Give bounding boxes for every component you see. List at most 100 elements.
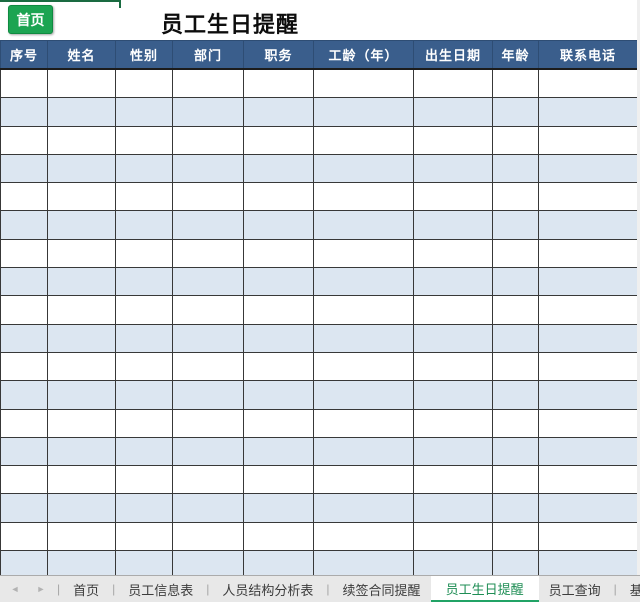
table-cell[interactable] [172,408,244,438]
table-cell[interactable] [243,465,314,495]
table-cell[interactable] [0,267,48,297]
table-cell[interactable] [115,238,173,269]
table-cell[interactable] [492,436,539,467]
table-cell[interactable] [538,68,637,99]
table-cell[interactable] [413,238,493,269]
table-cell[interactable] [0,351,48,382]
table-cell[interactable] [243,295,314,325]
table-cell[interactable] [115,436,173,467]
table-cell[interactable] [115,97,173,127]
table-cell[interactable] [313,153,414,184]
table-cell[interactable] [47,68,116,99]
table-cell[interactable] [115,68,173,99]
table-cell[interactable] [313,125,414,155]
table-cell[interactable] [172,436,244,467]
table-cell[interactable] [115,521,173,552]
table-cell[interactable] [538,436,637,467]
table-cell[interactable] [538,380,637,410]
table-cell[interactable] [313,380,414,410]
table-cell[interactable] [172,550,244,575]
table-cell[interactable] [243,182,314,212]
table-cell[interactable] [492,380,539,410]
table-cell[interactable] [172,465,244,495]
table-cell[interactable] [115,210,173,240]
table-cell[interactable] [413,521,493,552]
table-cell[interactable] [538,125,637,155]
table-cell[interactable] [172,97,244,127]
table-cell[interactable] [492,182,539,212]
table-cell[interactable] [47,550,116,575]
table-cell[interactable] [47,351,116,382]
table-cell[interactable] [172,125,244,155]
table-cell[interactable] [172,351,244,382]
table-cell[interactable] [538,550,637,575]
table-cell[interactable] [0,97,48,127]
table-cell[interactable] [243,97,314,127]
table-cell[interactable] [313,550,414,575]
table-cell[interactable] [492,238,539,269]
table-cell[interactable] [47,267,116,297]
table-cell[interactable] [313,465,414,495]
table-cell[interactable] [413,351,493,382]
table-cell[interactable] [115,295,173,325]
table-cell[interactable] [172,210,244,240]
table-cell[interactable] [492,267,539,297]
table-cell[interactable] [538,521,637,552]
table-cell[interactable] [313,436,414,467]
table-cell[interactable] [313,97,414,127]
table-cell[interactable] [115,351,173,382]
table-cell[interactable] [243,521,314,552]
sheet-tab-truncated[interactable]: 基 [620,576,640,602]
table-cell[interactable] [0,465,48,495]
table-cell[interactable] [172,521,244,552]
scroll-tabs-right-icon[interactable]: ► [37,584,46,594]
table-cell[interactable] [413,465,493,495]
table-cell[interactable] [492,550,539,575]
table-cell[interactable] [492,125,539,155]
table-cell[interactable] [538,182,637,212]
table-cell[interactable] [0,125,48,155]
table-cell[interactable] [538,323,637,353]
table-cell[interactable] [0,238,48,269]
table-cell[interactable] [313,267,414,297]
table-cell[interactable] [243,351,314,382]
table-cell[interactable] [0,408,48,438]
sheet-tab-staff-structure-analysis[interactable]: 人员结构分析表 [212,576,323,602]
table-cell[interactable] [0,210,48,240]
table-cell[interactable] [172,493,244,523]
table-cell[interactable] [492,465,539,495]
table-cell[interactable] [313,521,414,552]
sheet-tab-contract-renewal-reminder[interactable]: 续签合同提醒 [333,576,431,602]
table-cell[interactable] [47,210,116,240]
table-cell[interactable] [492,97,539,127]
table-cell[interactable] [538,153,637,184]
table-cell[interactable] [413,380,493,410]
table-cell[interactable] [0,295,48,325]
sheet-tab-employee-info[interactable]: 员工信息表 [118,576,203,602]
table-cell[interactable] [538,210,637,240]
table-cell[interactable] [115,465,173,495]
table-cell[interactable] [313,210,414,240]
table-cell[interactable] [413,267,493,297]
table-cell[interactable] [492,351,539,382]
table-cell[interactable] [172,68,244,99]
table-cell[interactable] [47,97,116,127]
table-cell[interactable] [313,295,414,325]
table-cell[interactable] [413,182,493,212]
table-cell[interactable] [492,521,539,552]
table-cell[interactable] [0,521,48,552]
table-cell[interactable] [538,408,637,438]
table-cell[interactable] [47,493,116,523]
table-cell[interactable] [243,408,314,438]
table-cell[interactable] [47,465,116,495]
table-cell[interactable] [413,493,493,523]
table-cell[interactable] [492,408,539,438]
table-cell[interactable] [413,153,493,184]
table-cell[interactable] [115,493,173,523]
table-cell[interactable] [538,295,637,325]
table-cell[interactable] [47,153,116,184]
table-cell[interactable] [492,68,539,99]
table-cell[interactable] [0,68,48,99]
table-cell[interactable] [413,295,493,325]
table-cell[interactable] [115,153,173,184]
